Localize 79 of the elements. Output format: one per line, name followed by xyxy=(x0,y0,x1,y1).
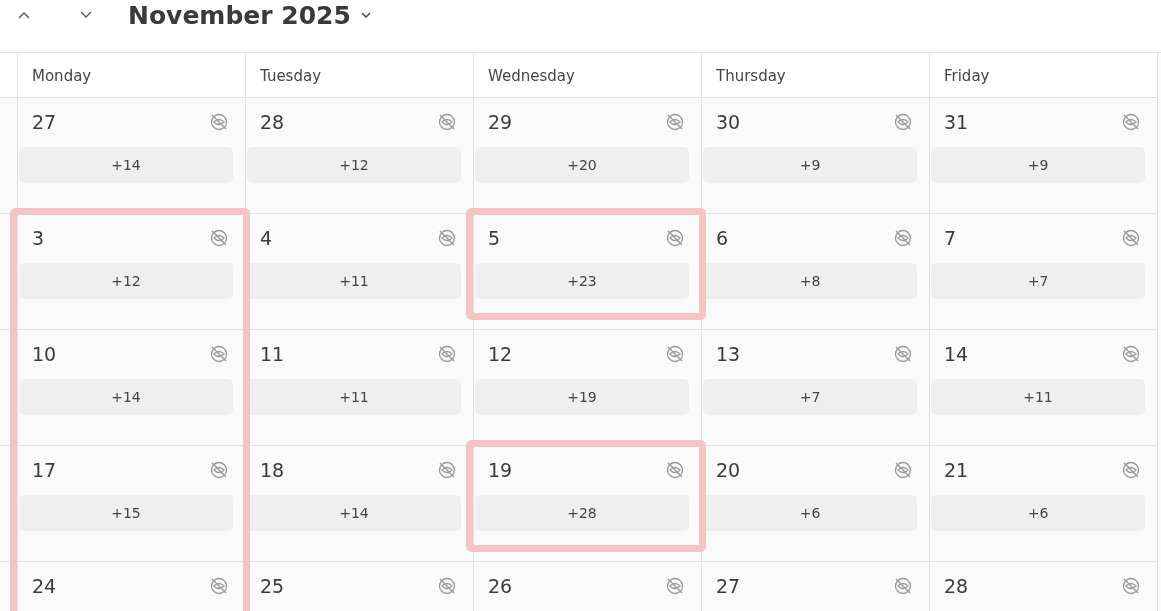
more-events-button[interactable]: +14 xyxy=(19,147,233,183)
hidden-eye-icon xyxy=(1121,460,1141,480)
more-events-button[interactable]: +11 xyxy=(247,379,461,415)
hidden-eye-icon xyxy=(1121,228,1141,248)
day-number: 21 xyxy=(944,459,969,481)
weekday-header: Monday xyxy=(18,53,246,98)
weekday-header: Thursday xyxy=(702,53,930,98)
more-events-button[interactable]: +19 xyxy=(475,379,689,415)
hidden-eye-icon xyxy=(209,576,229,596)
hidden-eye-icon xyxy=(437,576,457,596)
hidden-eye-icon xyxy=(893,112,913,132)
more-events-button[interactable]: +7 xyxy=(931,263,1145,299)
more-events-button[interactable]: +7 xyxy=(703,379,917,415)
more-events-button[interactable]: +9 xyxy=(931,147,1145,183)
hidden-eye-icon xyxy=(665,576,685,596)
day-number: 26 xyxy=(488,575,513,597)
more-events-button[interactable]: +8 xyxy=(703,263,917,299)
more-events-button[interactable]: +14 xyxy=(247,495,461,531)
more-events-button[interactable]: +11 xyxy=(247,263,461,299)
more-events-button[interactable]: +15 xyxy=(19,495,233,531)
weekday-header: Wednesday xyxy=(474,53,702,98)
day-number: 7 xyxy=(944,227,957,249)
day-number: 4 xyxy=(260,227,273,249)
day-number: 29 xyxy=(488,111,513,133)
hidden-eye-icon xyxy=(665,112,685,132)
more-events-button[interactable]: +6 xyxy=(931,495,1145,531)
day-number: 3 xyxy=(32,227,45,249)
more-events-button[interactable]: +11 xyxy=(931,379,1145,415)
more-events-button[interactable]: +12 xyxy=(19,263,233,299)
hidden-eye-icon xyxy=(437,460,457,480)
day-number: 28 xyxy=(260,111,285,133)
day-number: 19 xyxy=(488,459,513,481)
hidden-eye-icon xyxy=(665,228,685,248)
hidden-eye-icon xyxy=(893,460,913,480)
day-number: 27 xyxy=(716,575,741,597)
more-events-button[interactable]: +6 xyxy=(703,495,917,531)
day-number: 14 xyxy=(944,343,969,365)
down-chevron-icon xyxy=(80,11,92,19)
more-events-button[interactable]: +23 xyxy=(475,263,689,299)
hidden-eye-icon xyxy=(209,460,229,480)
day-number: 25 xyxy=(260,575,285,597)
caret-icon xyxy=(360,12,371,18)
day-number: 18 xyxy=(260,459,285,481)
day-number: 20 xyxy=(716,459,741,481)
day-number: 30 xyxy=(716,111,741,133)
more-events-button[interactable]: +28 xyxy=(475,495,689,531)
day-number: 13 xyxy=(716,343,741,365)
hidden-eye-icon xyxy=(1121,344,1141,364)
day-number: 10 xyxy=(32,343,57,365)
up-chevron-icon xyxy=(18,11,30,19)
hidden-eye-icon xyxy=(665,344,685,364)
weekday-header: Friday xyxy=(930,53,1158,98)
hidden-eye-icon xyxy=(209,344,229,364)
hidden-eye-icon xyxy=(893,344,913,364)
day-number: 24 xyxy=(32,575,57,597)
day-number: 17 xyxy=(32,459,57,481)
more-events-button[interactable]: +9 xyxy=(703,147,917,183)
day-number: 28 xyxy=(944,575,969,597)
hidden-eye-icon xyxy=(1121,576,1141,596)
day-number: 11 xyxy=(260,343,285,365)
hidden-eye-icon xyxy=(437,112,457,132)
hidden-eye-icon xyxy=(209,112,229,132)
day-number: 12 xyxy=(488,343,513,365)
hidden-eye-icon xyxy=(209,228,229,248)
day-number: 27 xyxy=(32,111,57,133)
more-events-button[interactable]: +12 xyxy=(247,147,461,183)
day-number: 5 xyxy=(488,227,501,249)
weekday-header: Tuesday xyxy=(246,53,474,98)
more-events-button[interactable]: +14 xyxy=(19,379,233,415)
hidden-eye-icon xyxy=(893,228,913,248)
month-picker[interactable]: November 2025 xyxy=(128,0,371,30)
hidden-eye-icon xyxy=(1121,112,1141,132)
hidden-eye-icon xyxy=(665,460,685,480)
day-number: 31 xyxy=(944,111,969,133)
hidden-eye-icon xyxy=(437,228,457,248)
hidden-eye-icon xyxy=(437,344,457,364)
more-events-button[interactable]: +20 xyxy=(475,147,689,183)
hidden-eye-icon xyxy=(893,576,913,596)
day-number: 6 xyxy=(716,227,729,249)
